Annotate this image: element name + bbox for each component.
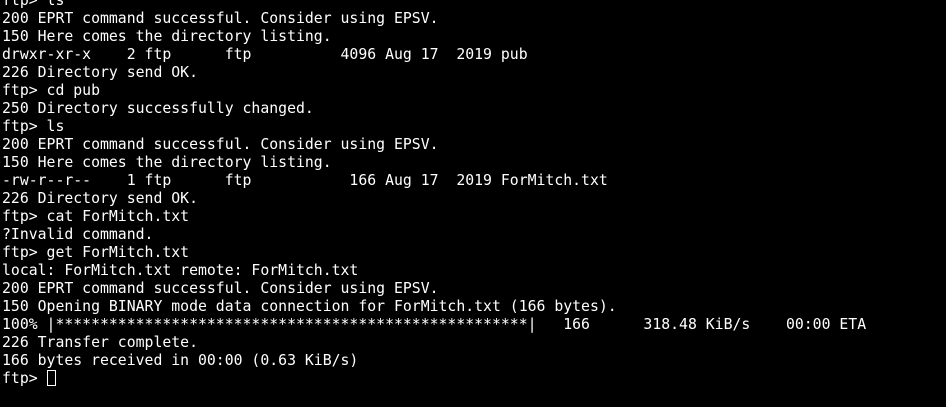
terminal-line: 250 Directory successfully changed. — [2, 100, 314, 117]
terminal-line: ftp> get ForMitch.txt — [2, 244, 190, 261]
terminal-line: 226 Transfer complete. — [2, 334, 198, 351]
terminal-line: ftp> ls — [2, 0, 65, 9]
terminal-line: ?Invalid command. — [2, 226, 154, 243]
terminal-line: 226 Directory send OK. — [2, 64, 198, 81]
terminal-line: -rw-r--r-- 1 ftp ftp 166 Aug 17 2019 For… — [2, 172, 608, 189]
terminal-line: 150 Here comes the directory listing. — [2, 154, 332, 171]
terminal-line: local: ForMitch.txt remote: ForMitch.txt — [2, 262, 359, 279]
terminal-line: 226 Directory send OK. — [2, 190, 198, 207]
terminal-line: drwxr-xr-x 2 ftp ftp 4096 Aug 17 2019 pu… — [2, 46, 528, 63]
prompt-line[interactable]: ftp> — [2, 370, 946, 388]
prompt-text: ftp> — [2, 370, 47, 387]
progress-line: 100% |**********************************… — [2, 316, 867, 333]
terminal-line: 200 EPRT command successful. Consider us… — [2, 10, 439, 27]
terminal-line: ftp> ls — [2, 118, 65, 135]
terminal-line: ftp> cat ForMitch.txt — [2, 208, 190, 225]
terminal-window[interactable]: ftp> ls 200 EPRT command successful. Con… — [0, 0, 946, 407]
terminal-line: 166 bytes received in 00:00 (0.63 KiB/s) — [2, 352, 359, 369]
terminal-line: 200 EPRT command successful. Consider us… — [2, 136, 439, 153]
terminal-line: 200 EPRT command successful. Consider us… — [2, 280, 439, 297]
terminal-line: ftp> cd pub — [2, 82, 100, 99]
cursor-block[interactable] — [46, 370, 56, 386]
terminal-output: ftp> ls 200 EPRT command successful. Con… — [2, 0, 946, 388]
terminal-line: 150 Here comes the directory listing. — [2, 28, 332, 45]
terminal-line: 150 Opening BINARY mode data connection … — [2, 298, 617, 315]
